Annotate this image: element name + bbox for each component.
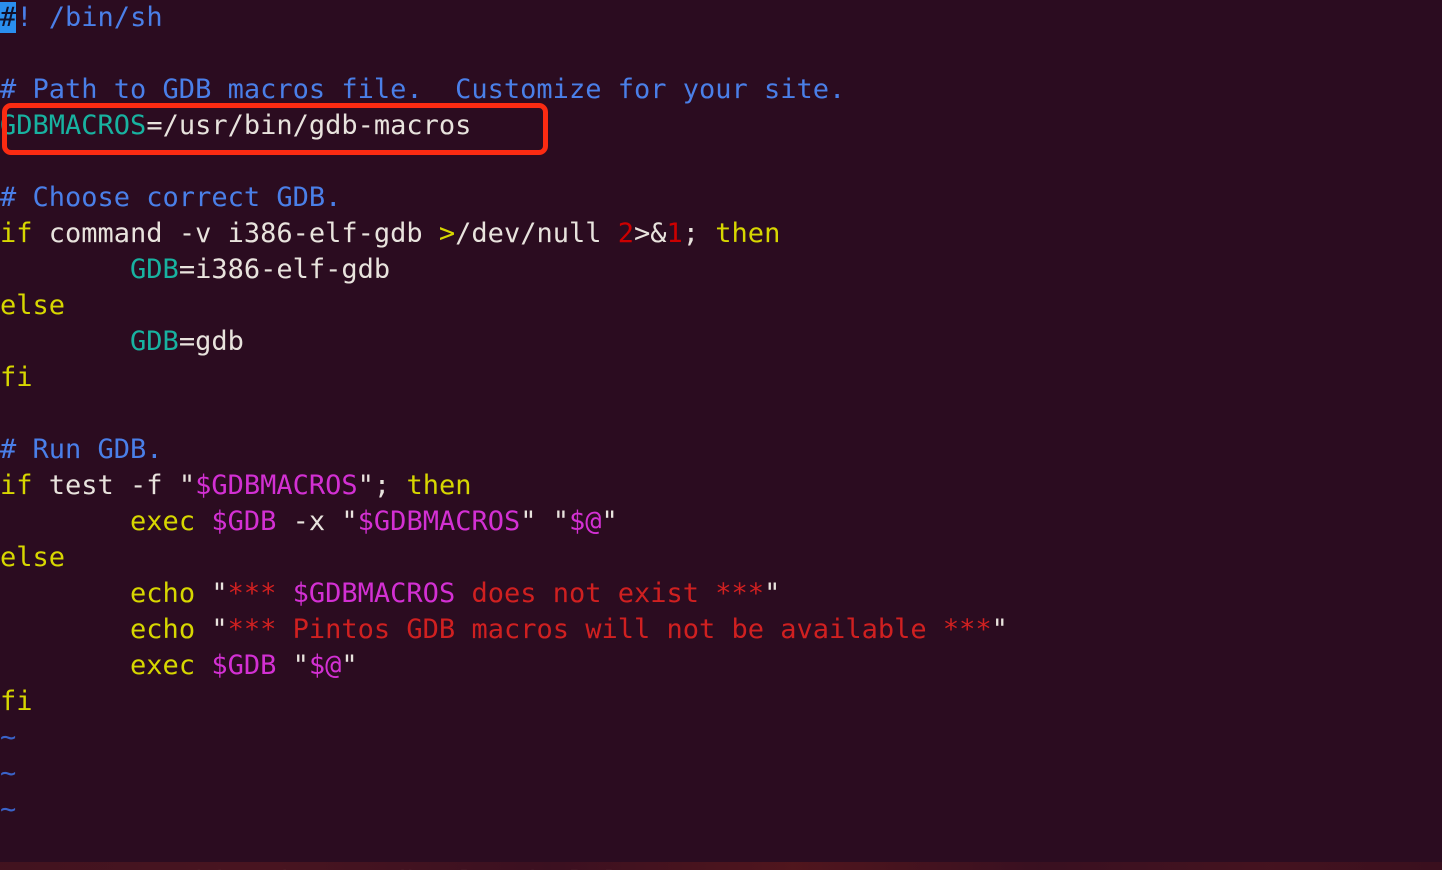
code-token: " xyxy=(357,470,374,501)
code-token: =gdb xyxy=(178,326,244,357)
code-token: " xyxy=(991,614,1008,645)
code-token: fi xyxy=(0,686,33,717)
editor-line[interactable]: ~ xyxy=(0,720,16,756)
code-token: echo xyxy=(130,578,196,609)
code-token: $GDB xyxy=(211,650,277,681)
code-token: if xyxy=(0,470,33,501)
code-token: ; xyxy=(373,470,407,501)
editor-line[interactable]: if command -v i386-elf-gdb >/dev/null 2>… xyxy=(0,216,780,252)
cursor-cell: # xyxy=(0,2,17,33)
code-token: $GDBMACROS xyxy=(292,578,456,609)
editor-line[interactable]: echo "*** Pintos GDB macros will not be … xyxy=(0,612,1008,648)
code-token: > xyxy=(438,218,456,249)
code-token: ~ xyxy=(0,722,17,753)
code-token: then xyxy=(406,470,472,501)
editor-line[interactable]: GDB=gdb xyxy=(0,324,244,360)
editor-line[interactable]: GDBMACROS=/usr/bin/gdb-macros xyxy=(0,108,471,144)
editor-line[interactable]: exec $GDB -x "$GDBMACROS" "$@" xyxy=(0,504,618,540)
code-token: *** Pintos GDB macros will not be availa… xyxy=(227,614,992,645)
code-token: $@ xyxy=(308,650,342,681)
code-token: GDB xyxy=(130,254,179,285)
code-token: /bin/sh xyxy=(32,2,163,33)
vim-status-line-scroll: All xyxy=(1366,828,1442,864)
code-token: command -v i386-elf-gdb xyxy=(32,218,439,249)
code-token: ; xyxy=(682,218,716,249)
editor-line[interactable]: #! /bin/sh xyxy=(0,0,163,36)
code-token: # Path to GDB macros file. Customize for… xyxy=(0,74,846,105)
code-token: " xyxy=(764,578,781,609)
code-token: exec xyxy=(130,650,196,681)
code-token: # Choose correct GDB. xyxy=(0,182,342,213)
code-token: $@ xyxy=(569,506,602,537)
code-token: echo xyxy=(130,614,196,645)
code-token: " xyxy=(211,578,228,609)
editor-line[interactable]: else xyxy=(0,288,65,324)
code-token: $GDBMACROS xyxy=(357,506,521,537)
editor-line[interactable]: # Path to GDB macros file. Customize for… xyxy=(0,72,845,108)
code-token: " xyxy=(601,506,618,537)
code-token: ~ xyxy=(0,758,17,789)
code-token: GDB xyxy=(130,326,179,357)
editor-line[interactable]: GDB=i386-elf-gdb xyxy=(0,252,390,288)
code-token: # Run GDB. xyxy=(0,434,163,465)
code-token: then xyxy=(715,218,781,249)
vim-status-line-file: "/usr/bin/pintos-gdb" [readonly] 20L, 39… xyxy=(0,828,781,870)
code-token: " " xyxy=(520,506,570,537)
terminal-vim-editor[interactable]: #! /bin/sh # Path to GDB macros file. Cus… xyxy=(0,0,1442,870)
editor-line[interactable]: echo "*** $GDBMACROS does not exist ***" xyxy=(0,576,780,612)
code-token: " xyxy=(341,506,358,537)
editor-line[interactable]: ~ xyxy=(0,792,16,828)
vim-status-line-position: 1,1 xyxy=(1113,828,1260,870)
editor-line[interactable]: fi xyxy=(0,360,33,396)
screen-bottom-edge xyxy=(0,862,1442,870)
code-token: if xyxy=(0,218,33,249)
editor-line[interactable]: # Run GDB. xyxy=(0,432,163,468)
code-token: *** xyxy=(227,578,293,609)
code-token: " xyxy=(276,650,309,681)
editor-line[interactable]: fi xyxy=(0,684,33,720)
code-token: $GDBMACROS xyxy=(195,470,358,501)
code-token: /dev/null xyxy=(455,218,618,249)
code-token: else xyxy=(0,542,66,573)
code-token: $GDB xyxy=(211,506,277,537)
editor-line[interactable]: # Choose correct GDB. xyxy=(0,180,341,216)
screenshot-root: #! /bin/sh # Path to GDB macros file. Cus… xyxy=(0,0,1442,870)
code-token: " xyxy=(178,470,196,501)
code-token: ~ xyxy=(0,794,17,825)
code-token: >& xyxy=(634,218,667,249)
code-token: ! xyxy=(16,2,33,33)
code-token: fi xyxy=(0,362,33,393)
code-token: -x xyxy=(276,506,342,537)
code-token: does not exist *** xyxy=(455,578,765,609)
editor-line[interactable]: if test -f "$GDBMACROS"; then xyxy=(0,468,471,504)
code-token: 1 xyxy=(666,218,683,249)
code-token: 2 xyxy=(617,218,634,249)
code-token: GDBMACROS xyxy=(0,110,147,141)
editor-line[interactable]: ~ xyxy=(0,756,16,792)
code-token: " xyxy=(341,650,358,681)
editor-line[interactable]: exec $GDB "$@" xyxy=(0,648,358,684)
code-token: test -f xyxy=(32,470,179,501)
editor-line[interactable]: else xyxy=(0,540,65,576)
code-token: else xyxy=(0,290,66,321)
code-token: exec xyxy=(130,506,196,537)
code-token: " xyxy=(211,614,228,645)
code-token: =/usr/bin/gdb-macros xyxy=(146,110,472,141)
code-token: =i386-elf-gdb xyxy=(178,254,391,285)
